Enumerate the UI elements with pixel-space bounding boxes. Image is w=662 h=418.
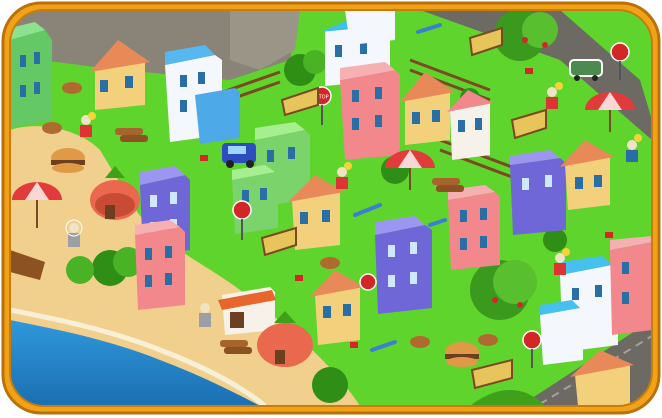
building-pink-right[interactable] (448, 185, 500, 270)
building-purple-right[interactable] (510, 150, 566, 235)
game-viewport[interactable]: STOP (0, 0, 662, 418)
building-pink-center[interactable] (340, 62, 400, 160)
building-green-small[interactable] (232, 165, 278, 234)
building-green-left[interactable] (10, 22, 52, 128)
building-pink-far-right[interactable] (610, 236, 652, 335)
building-pink-left[interactable] (135, 220, 185, 310)
building-purple-center[interactable] (375, 216, 432, 314)
